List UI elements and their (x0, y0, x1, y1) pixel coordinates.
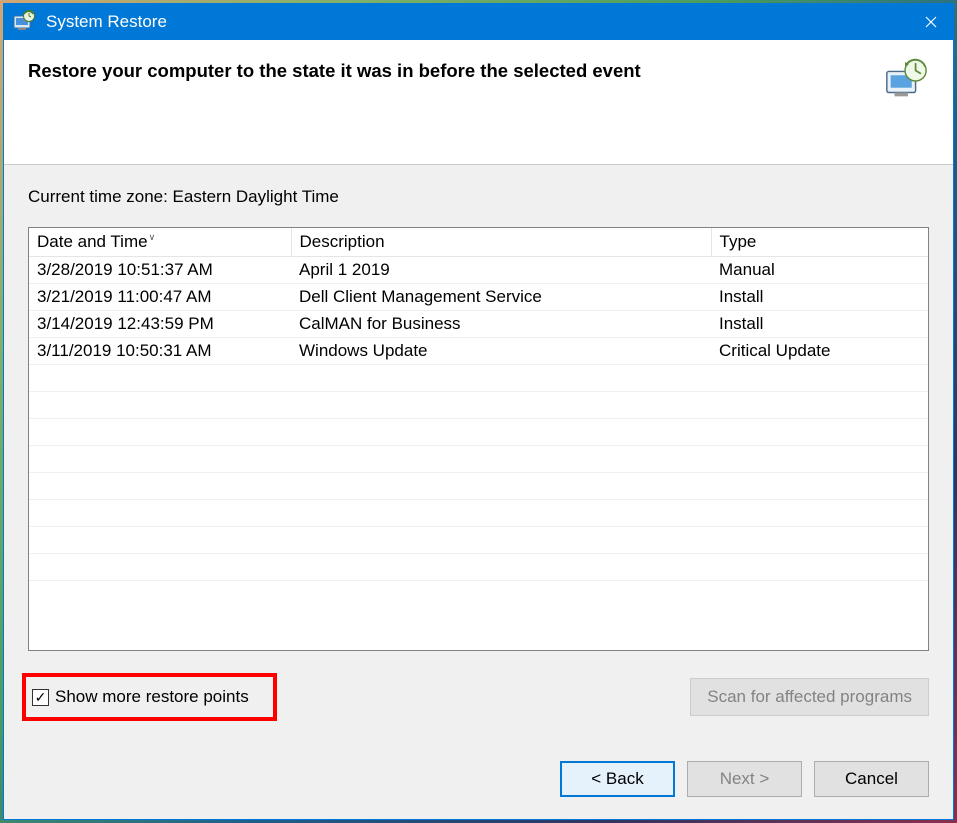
system-restore-large-icon (883, 58, 929, 104)
next-button[interactable]: Next > (687, 761, 802, 797)
show-more-label[interactable]: Show more restore points (55, 687, 249, 707)
show-more-checkbox[interactable]: ✓ (32, 689, 49, 706)
sort-desc-icon: ∨ (149, 232, 156, 242)
table-row-empty (29, 419, 928, 446)
column-header-type[interactable]: Type (711, 228, 928, 257)
column-header-date[interactable]: Date and Time∨ (29, 228, 291, 257)
footer-buttons: < Back Next > Cancel (4, 747, 953, 819)
window-title: System Restore (46, 12, 908, 32)
options-row: ✓ Show more restore points Scan for affe… (28, 673, 929, 721)
page-heading: Restore your computer to the state it wa… (28, 58, 867, 82)
table-row-empty (29, 527, 928, 554)
restore-points-table: Date and Time∨ Description Type 3/28/201… (28, 227, 929, 651)
back-button[interactable]: < Back (560, 761, 675, 797)
table-row-empty (29, 473, 928, 500)
header-area: Restore your computer to the state it wa… (4, 40, 953, 165)
cancel-button[interactable]: Cancel (814, 761, 929, 797)
table-row-empty (29, 554, 928, 581)
table-row-empty (29, 500, 928, 527)
timezone-label: Current time zone: Eastern Daylight Time (28, 187, 929, 207)
show-more-checkbox-highlight: ✓ Show more restore points (22, 673, 277, 721)
system-restore-icon (12, 10, 36, 34)
table-row-empty (29, 392, 928, 419)
table-row[interactable]: 3/28/2019 10:51:37 AM April 1 2019 Manua… (29, 257, 928, 284)
table-row[interactable]: 3/21/2019 11:00:47 AM Dell Client Manage… (29, 284, 928, 311)
table-row[interactable]: 3/11/2019 10:50:31 AM Windows Update Cri… (29, 338, 928, 365)
content-area: Current time zone: Eastern Daylight Time… (4, 165, 953, 747)
system-restore-window: System Restore Restore your computer to … (3, 3, 954, 820)
column-header-description[interactable]: Description (291, 228, 711, 257)
scan-affected-button[interactable]: Scan for affected programs (690, 678, 929, 716)
table-row[interactable]: 3/14/2019 12:43:59 PM CalMAN for Busines… (29, 311, 928, 338)
close-button[interactable] (908, 4, 953, 40)
table-row-empty (29, 365, 928, 392)
titlebar: System Restore (4, 4, 953, 40)
table-row-empty (29, 446, 928, 473)
